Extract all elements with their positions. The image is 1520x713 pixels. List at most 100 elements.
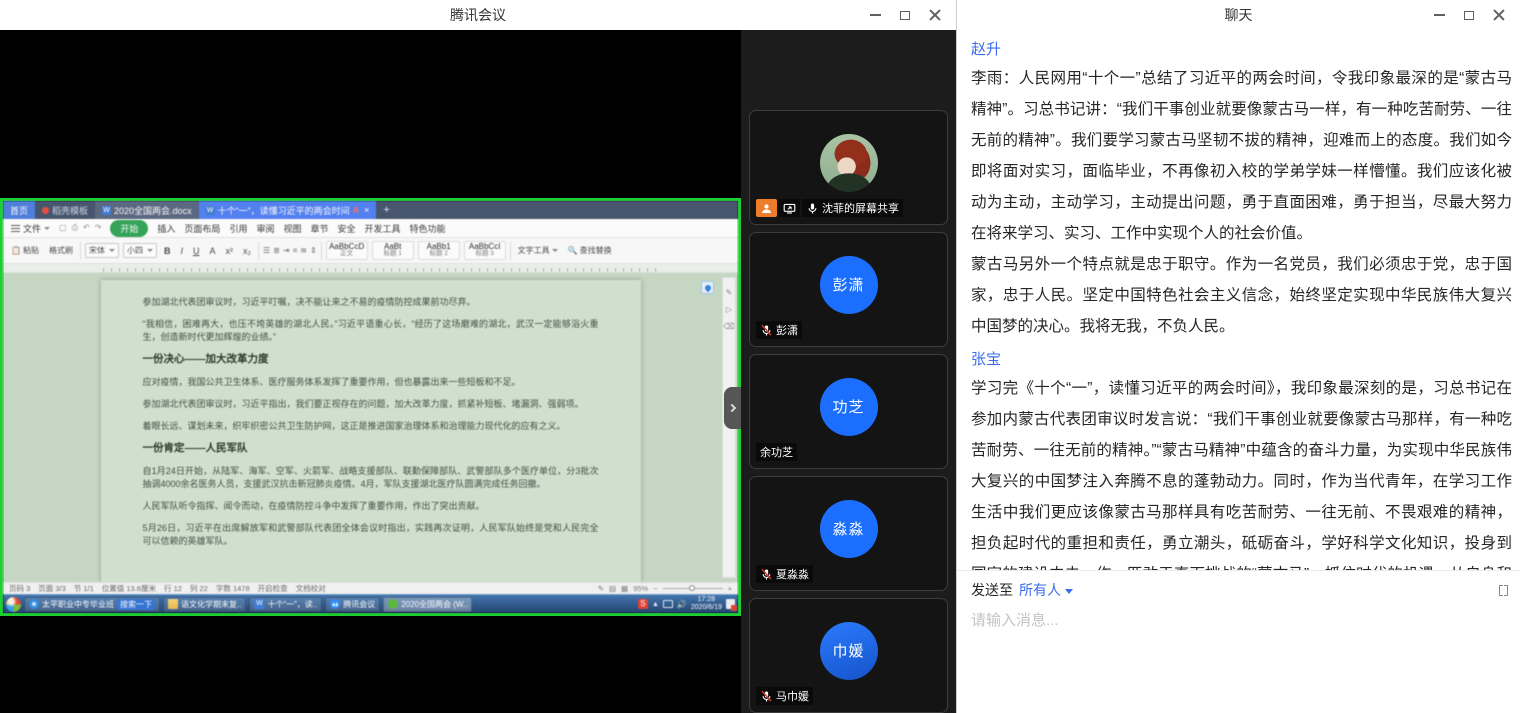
italic-button[interactable]: I	[177, 245, 186, 257]
status-word-count[interactable]: 字数 1478	[216, 583, 250, 594]
paste-button[interactable]: 📋粘贴	[8, 244, 42, 257]
taskbar-item-doc-2020[interactable]: 2020全国两会 (W..	[383, 597, 472, 612]
zoom-percent[interactable]: 95%	[633, 584, 648, 593]
minimize-button[interactable]	[1424, 0, 1454, 30]
tab-close-icon[interactable]: ×	[364, 205, 369, 215]
wps-tab-home[interactable]: 首页	[3, 201, 35, 219]
taskbar-item-browser[interactable]: 太平职业中专毕业班搜索一下	[24, 597, 160, 612]
web-view-icon[interactable]: ▦	[621, 584, 628, 593]
notification-icon[interactable]	[726, 599, 735, 609]
location-pin-icon	[703, 283, 711, 291]
name-chip: 余功芝	[756, 443, 797, 461]
network-icon[interactable]	[663, 600, 673, 608]
find-replace-button[interactable]: 🔍查找替换	[565, 244, 615, 257]
participants-panel: 沈菲的屏幕共享 彭潇 彭潇 功芝	[741, 30, 956, 713]
start-button[interactable]	[6, 597, 21, 612]
message-input[interactable]	[971, 612, 1508, 629]
wps-tab-doc2-active[interactable]: W十个“一”，读懂习近平的两会时间A×	[199, 201, 377, 219]
wps-tab-doc1[interactable]: W2020全国两会.docx	[95, 201, 199, 219]
undo-icon[interactable]: ↶	[83, 223, 90, 233]
participant-tile[interactable]: 淼淼 夏淼淼	[749, 476, 948, 591]
sogou-input-icon[interactable]: S	[638, 599, 648, 609]
bookmark-pin-button[interactable]	[701, 281, 714, 294]
host-badge	[756, 199, 777, 217]
participant-tile-sharing[interactable]: 沈菲的屏幕共享	[749, 110, 948, 225]
style-label: 正文	[327, 251, 367, 258]
status-page-count: 页面 3/3	[38, 583, 66, 594]
doc-heading: 一份决心——加大改革力度	[143, 353, 599, 366]
font-name-select[interactable]: 宋体	[85, 243, 119, 258]
participant-tile[interactable]: 巾媛 马巾媛	[749, 598, 948, 713]
subscript-button[interactable]: x₂	[240, 245, 254, 257]
zoom-out-button[interactable]: −	[653, 584, 657, 593]
close-button[interactable]	[1484, 0, 1514, 30]
close-button[interactable]	[920, 0, 950, 30]
zoom-slider-knob[interactable]	[689, 585, 695, 591]
taskbar-clock[interactable]: 17:282020/6/19	[691, 596, 722, 612]
menu-item-insert[interactable]: 插入	[157, 222, 175, 235]
proofread-toggle[interactable]: 文档校对	[296, 583, 326, 594]
send-to-selector[interactable]: 所有人	[1019, 580, 1073, 600]
style-body-text[interactable]: AaBbCcD正文	[326, 241, 368, 260]
pen-icon[interactable]: ✎	[726, 288, 733, 297]
speaker-icon[interactable]: 🔊	[677, 600, 687, 609]
taskbar-item-tencent-meeting[interactable]: 腾讯会议	[325, 597, 380, 612]
popout-icon[interactable]	[1499, 585, 1508, 596]
menu-item-references[interactable]: 引用	[229, 222, 247, 235]
new-tab-button[interactable]: +	[376, 201, 396, 219]
font-size-select[interactable]: 小四	[123, 243, 157, 258]
style-heading-2[interactable]: AaBb1标题 2	[418, 241, 460, 260]
spellcheck-toggle[interactable]: 开启检查	[258, 583, 288, 594]
taskbar-item-folder[interactable]: 语文化学期末复..	[163, 597, 246, 612]
menu-item-start[interactable]: 开始	[110, 220, 148, 237]
chat-window: 聊天 赵升 李雨：人民网用“十个一”总结了习近平的两会时间，令我印象最深的是“蒙…	[956, 0, 1520, 713]
align-center-icon[interactable]: ≋	[300, 246, 307, 255]
style-heading-3[interactable]: AaBbCcI标题 3	[464, 241, 506, 260]
unsaved-icon: A	[353, 205, 360, 215]
number-list-icon[interactable]: ≣	[273, 246, 280, 255]
text-tool-button[interactable]: 文字工具	[515, 244, 561, 257]
font-color-button[interactable]: A	[206, 245, 218, 257]
page-view-icon[interactable]: ▤	[609, 584, 616, 593]
style-heading-1[interactable]: AaBt标题 1	[372, 241, 414, 260]
eraser-icon[interactable]: ⌫	[723, 322, 734, 331]
maximize-icon	[1464, 11, 1474, 20]
document-page[interactable]: 参加湖北代表团审议时，习近平叮嘱，决不能让来之不易的疫情防控成果前功尽弃。 “我…	[101, 280, 641, 582]
redo-icon[interactable]: ↷	[95, 223, 102, 233]
minimize-button[interactable]	[860, 0, 890, 30]
maximize-icon	[900, 11, 910, 20]
menu-item-section[interactable]: 章节	[310, 222, 328, 235]
panel-collapse-handle[interactable]	[724, 387, 741, 429]
document-area: 参加湖北代表团审议时，习近平叮嘱，决不能让来之不易的疫情防控成果前功尽弃。 “我…	[3, 273, 738, 582]
align-left-icon[interactable]: ≡	[293, 246, 298, 255]
participant-tile[interactable]: 功芝 余功芝	[749, 354, 948, 469]
format-painter-button[interactable]: 格式刷	[46, 244, 76, 257]
superscript-button[interactable]: x²	[223, 245, 237, 257]
line-spacing-icon[interactable]: ⇕	[310, 246, 317, 255]
taskbar-item-label: 十个“一”，读..	[267, 599, 317, 610]
wps-tab-templates[interactable]: 稻壳模板	[35, 201, 95, 219]
edit-mode-icon[interactable]: ✎	[598, 584, 604, 593]
file-menu[interactable]: 文件	[11, 222, 50, 235]
menu-item-review[interactable]: 审阅	[256, 222, 274, 235]
indent-icon[interactable]: ⇥	[283, 246, 290, 255]
underline-button[interactable]: U	[190, 245, 203, 257]
menu-item-features[interactable]: 特色功能	[410, 222, 446, 235]
zoom-slider[interactable]	[663, 588, 723, 589]
tray-expand-icon[interactable]: ▲	[652, 601, 659, 608]
bold-button[interactable]: B	[161, 245, 174, 257]
message-text: 李雨：人民网用“十个一”总结了习近平的两会时间，令我印象最深的是“蒙古马精神”。…	[971, 63, 1512, 249]
bullet-list-icon[interactable]: ☰	[263, 246, 270, 255]
participant-tile[interactable]: 彭潇 彭潇	[749, 232, 948, 347]
save-icon[interactable]: ▢	[59, 223, 67, 233]
maximize-button[interactable]	[1454, 0, 1484, 30]
menu-item-dev-tools[interactable]: 开发工具	[365, 222, 401, 235]
cursor-icon[interactable]: ▷	[726, 305, 732, 314]
zoom-in-button[interactable]: +	[728, 584, 732, 593]
menu-item-page-layout[interactable]: 页面布局	[184, 222, 220, 235]
maximize-button[interactable]	[890, 0, 920, 30]
menu-item-security[interactable]: 安全	[338, 222, 356, 235]
menu-item-view[interactable]: 视图	[283, 222, 301, 235]
print-icon[interactable]: ⎙	[72, 223, 78, 233]
taskbar-item-wps-doc[interactable]: W十个“一”，读..	[249, 597, 322, 612]
